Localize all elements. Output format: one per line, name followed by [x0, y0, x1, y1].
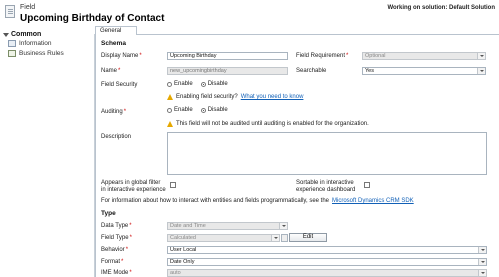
description-label: Description: [101, 134, 132, 140]
nav-section-common[interactable]: Common: [3, 31, 41, 38]
field-entity-icon: [5, 5, 15, 18]
dropdown-arrow-icon: [477, 53, 485, 59]
dropdown-arrow-icon: [478, 270, 486, 276]
ime-mode-select[interactable]: auto: [167, 269, 487, 277]
radio-dot: [167, 107, 172, 113]
sdk-link[interactable]: Microsoft Dynamics CRM SDK: [332, 198, 414, 204]
dropdown-arrow-icon: [477, 68, 485, 74]
field-security-warning: Enabling field security? What you need t…: [167, 94, 303, 100]
dropdown-arrow-icon: [478, 247, 486, 253]
auditing-warning: This field will not be audited until aud…: [167, 121, 369, 127]
schema-section-heading: Schema: [101, 40, 126, 47]
radio-dot: [167, 81, 172, 87]
field-security-radio-group: Enable Disable: [167, 81, 236, 87]
dropdown-arrow-icon: [279, 223, 287, 229]
field-type-select[interactable]: Calculated: [167, 234, 280, 242]
field-requirement-label: Field Requirement*: [296, 53, 349, 59]
auditing-label: Auditing*: [101, 109, 127, 115]
searchable-select[interactable]: Yes: [362, 67, 486, 75]
field-requirement-select[interactable]: Optional: [362, 52, 486, 60]
field-security-disable-radio[interactable]: Disable: [200, 81, 228, 87]
display-name-input[interactable]: Upcoming Birthday: [167, 52, 288, 60]
auditing-enable-radio[interactable]: Enable: [167, 107, 193, 113]
global-filter-checkbox[interactable]: [170, 182, 176, 188]
collapse-triangle-icon: [3, 32, 9, 37]
field-security-enable-radio[interactable]: Enable: [167, 81, 193, 87]
sortable-checkbox[interactable]: [364, 182, 370, 188]
tab-general[interactable]: General: [95, 26, 137, 35]
format-label: Format*: [101, 259, 124, 265]
display-name-label: Display Name*: [101, 53, 142, 59]
description-textarea[interactable]: [167, 132, 487, 175]
global-filter-label: Appears in global filter in interactive …: [101, 180, 166, 193]
searchable-label: Searchable: [296, 68, 327, 74]
nav-section-label: Common: [11, 31, 42, 38]
radio-dot-selected: [200, 81, 206, 87]
format-select[interactable]: Date Only: [167, 258, 487, 266]
edit-button[interactable]: Edit: [289, 233, 327, 242]
behavior-label: Behavior*: [101, 247, 129, 253]
nav-item-label: Information: [19, 40, 52, 47]
nav-item-label: Business Rules: [19, 50, 64, 57]
field-type-label: Field Type*: [101, 235, 132, 241]
nav-item-information[interactable]: Information: [8, 40, 52, 47]
sdk-info-text: For information about how to interact wi…: [101, 198, 414, 204]
warning-icon: [167, 94, 173, 100]
name-input: new_upcomingbirthday: [167, 67, 288, 75]
information-icon: [8, 40, 16, 47]
auditing-disable-radio[interactable]: Disable: [200, 107, 228, 113]
dropdown-arrow-icon: [478, 259, 486, 265]
ime-mode-label: IME Mode*: [101, 270, 132, 276]
warning-icon: [167, 121, 173, 127]
name-label: Name*: [101, 68, 121, 74]
field-type-lookup-icon[interactable]: [281, 234, 288, 242]
sortable-label: Sortable in interactive experience dashb…: [296, 180, 356, 193]
auditing-radio-group: Enable Disable: [167, 107, 236, 113]
what-you-need-to-know-link[interactable]: What you need to know: [241, 94, 304, 100]
solution-indicator: Working on solution: Default Solution: [387, 5, 495, 11]
dropdown-arrow-icon: [271, 235, 279, 241]
radio-dot-selected: [200, 107, 206, 113]
data-type-label: Data Type*: [101, 223, 132, 229]
data-type-select[interactable]: Date and Time: [167, 222, 288, 230]
behavior-select[interactable]: User Local: [167, 246, 487, 254]
field-security-label: Field Security: [101, 82, 138, 88]
entity-type-label: Field: [20, 4, 36, 11]
page-title: Upcoming Birthday of Contact: [20, 13, 165, 24]
business-rules-icon: [8, 50, 16, 57]
type-section-heading: Type: [101, 210, 116, 217]
nav-item-business-rules[interactable]: Business Rules: [8, 50, 64, 57]
